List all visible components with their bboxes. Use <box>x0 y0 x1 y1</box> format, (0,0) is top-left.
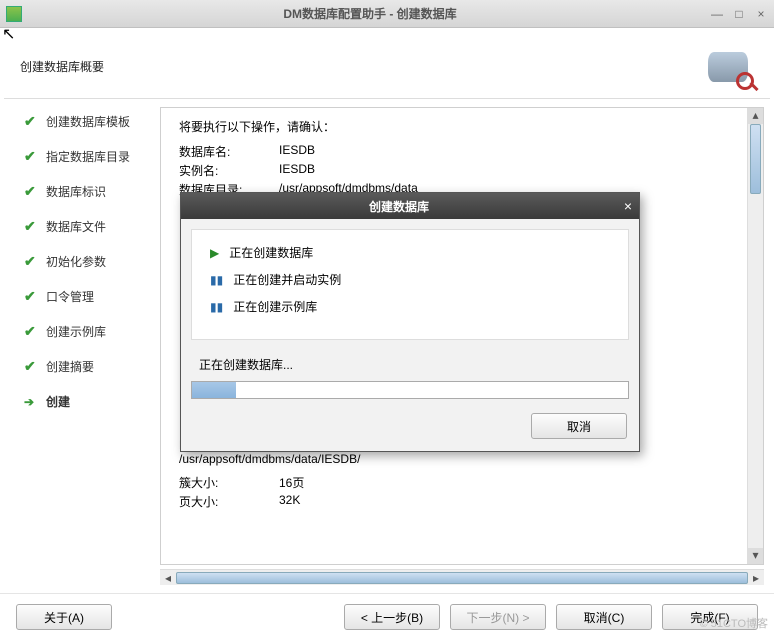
dialog-close-icon[interactable]: × <box>617 198 639 214</box>
task-row: ▶正在创建数据库 <box>210 244 610 261</box>
pause-icon: ▮▮ <box>210 273 223 287</box>
task-row: ▮▮正在创建并启动实例 <box>210 271 610 288</box>
progress-bar <box>191 381 629 399</box>
create-db-dialog: 创建数据库 × ▶正在创建数据库 ▮▮正在创建并启动实例 ▮▮正在创建示例库 正… <box>180 192 640 452</box>
task-row: ▮▮正在创建示例库 <box>210 298 610 315</box>
progress-status: 正在创建数据库... <box>181 350 639 377</box>
pause-icon: ▮▮ <box>210 300 223 314</box>
dialog-cancel-button[interactable]: 取消 <box>531 413 627 439</box>
play-icon: ▶ <box>210 246 219 260</box>
progress-fill <box>192 382 236 398</box>
modal-overlay: 创建数据库 × ▶正在创建数据库 ▮▮正在创建并启动实例 ▮▮正在创建示例库 正… <box>0 0 774 635</box>
dialog-title: 创建数据库 <box>181 198 617 215</box>
